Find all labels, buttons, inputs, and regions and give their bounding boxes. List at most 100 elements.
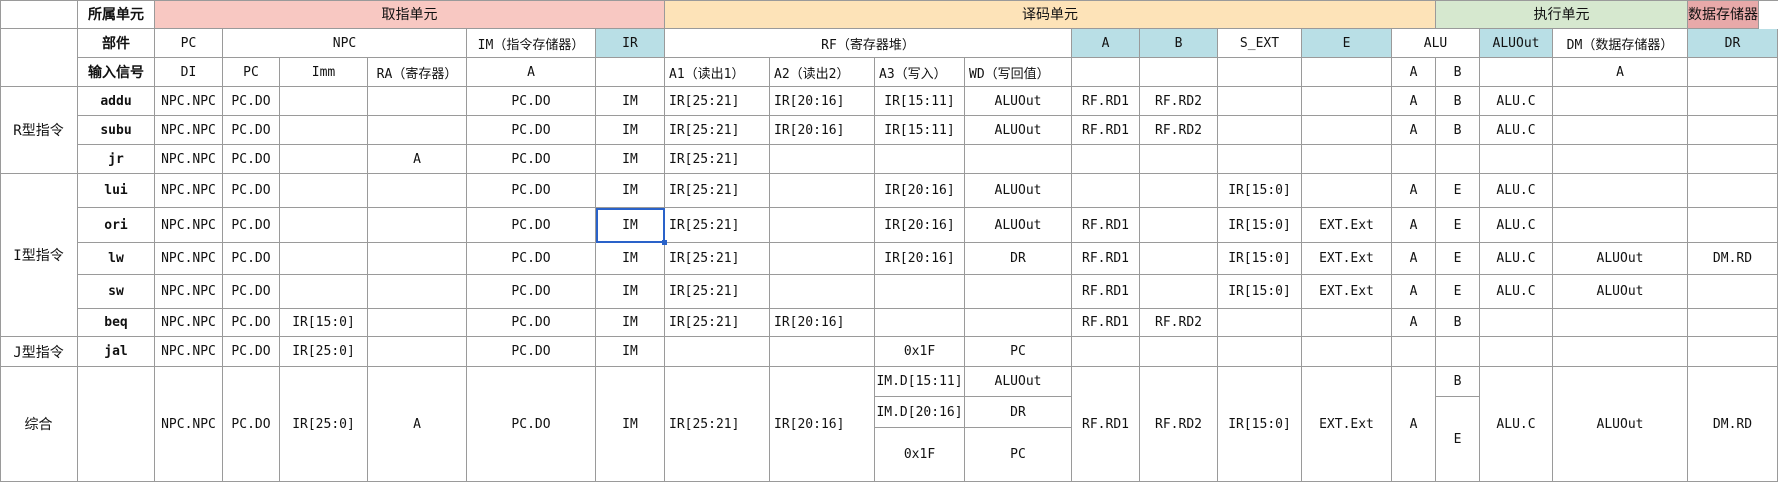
data-cell[interactable]: IM: [596, 174, 665, 208]
data-cell[interactable]: IR[15:0]: [1218, 243, 1302, 275]
data-cell[interactable]: NPC.NPC: [155, 337, 223, 367]
data-cell[interactable]: IR[25:21]: [665, 174, 770, 208]
group-summary[interactable]: 综合: [0, 367, 78, 482]
data-cell[interactable]: ALUOut: [1553, 243, 1688, 275]
data-cell[interactable]: IR[25:21]: [665, 275, 770, 309]
component-header-11[interactable]: DM（数据存储器）: [1553, 29, 1688, 58]
data-cell[interactable]: E: [1436, 243, 1480, 275]
data-cell[interactable]: [1553, 208, 1688, 243]
group-j-type[interactable]: J型指令: [0, 337, 78, 367]
data-cell[interactable]: NPC.NPC: [155, 116, 223, 145]
unit-fetch-header[interactable]: 取指单元: [155, 0, 665, 29]
data-cell[interactable]: B: [1436, 87, 1480, 116]
data-cell[interactable]: E: [1436, 174, 1480, 208]
summary-b-cell[interactable]: B: [1436, 367, 1480, 397]
group-r-type[interactable]: R型指令: [0, 87, 78, 174]
summary-cell[interactable]: A: [368, 367, 467, 482]
data-cell[interactable]: [965, 145, 1072, 174]
component-header-8[interactable]: E: [1302, 29, 1392, 58]
data-cell[interactable]: [1553, 116, 1688, 145]
data-cell[interactable]: [1480, 309, 1553, 337]
corner-cell[interactable]: [0, 29, 78, 87]
fill-handle[interactable]: [662, 240, 667, 245]
data-cell[interactable]: [1480, 337, 1553, 367]
data-cell[interactable]: [1302, 145, 1392, 174]
data-cell[interactable]: [368, 275, 467, 309]
instruction-name[interactable]: jal: [78, 337, 155, 367]
data-cell[interactable]: ALUOut: [965, 87, 1072, 116]
data-cell[interactable]: [770, 145, 875, 174]
data-cell[interactable]: [1688, 208, 1778, 243]
data-cell[interactable]: RF.RD1: [1072, 208, 1140, 243]
data-cell[interactable]: [1688, 337, 1778, 367]
data-cell[interactable]: [368, 116, 467, 145]
instruction-name[interactable]: sw: [78, 275, 155, 309]
data-cell[interactable]: [1553, 337, 1688, 367]
component-header-12[interactable]: DR: [1688, 29, 1778, 58]
signal-header-1[interactable]: PC: [223, 58, 280, 87]
signal-header-18[interactable]: [1688, 58, 1778, 87]
data-cell[interactable]: B: [1436, 116, 1480, 145]
data-cell[interactable]: PC.DO: [223, 275, 280, 309]
summary-a3-cell[interactable]: IM.D[20:16]: [875, 397, 965, 428]
data-cell[interactable]: [1140, 243, 1218, 275]
instruction-name[interactable]: subu: [78, 116, 155, 145]
data-cell[interactable]: RF.RD2: [1140, 116, 1218, 145]
selected-cell[interactable]: IM: [596, 208, 665, 243]
data-cell[interactable]: [770, 337, 875, 367]
data-cell[interactable]: A: [1392, 116, 1436, 145]
data-cell[interactable]: [1688, 174, 1778, 208]
data-cell[interactable]: [280, 87, 368, 116]
signal-header-12[interactable]: [1218, 58, 1302, 87]
data-cell[interactable]: IM: [596, 309, 665, 337]
signal-header-7[interactable]: A2（读出2）: [770, 58, 875, 87]
summary-cell[interactable]: DM.RD: [1688, 367, 1778, 482]
data-cell[interactable]: PC.DO: [223, 174, 280, 208]
data-cell[interactable]: E: [1436, 275, 1480, 309]
data-cell[interactable]: IR[15:0]: [1218, 275, 1302, 309]
data-cell[interactable]: IM: [596, 337, 665, 367]
data-cell[interactable]: [1302, 309, 1392, 337]
data-cell[interactable]: 0x1F: [875, 337, 965, 367]
data-cell[interactable]: PC.DO: [467, 243, 596, 275]
data-cell[interactable]: PC.DO: [467, 116, 596, 145]
summary-cell[interactable]: IR[25:0]: [280, 367, 368, 482]
summary-cell[interactable]: IR[15:0]: [1218, 367, 1302, 482]
data-cell[interactable]: PC.DO: [467, 145, 596, 174]
data-cell[interactable]: DM.RD: [1688, 243, 1778, 275]
data-cell[interactable]: ALUOut: [965, 174, 1072, 208]
instruction-name[interactable]: lw: [78, 243, 155, 275]
data-cell[interactable]: RF.RD1: [1072, 275, 1140, 309]
signal-header-4[interactable]: A: [467, 58, 596, 87]
data-cell[interactable]: PC.DO: [223, 337, 280, 367]
summary-a3-cell[interactable]: 0x1F: [875, 428, 965, 482]
data-cell[interactable]: PC.DO: [223, 309, 280, 337]
data-cell[interactable]: IR[20:16]: [875, 208, 965, 243]
data-cell[interactable]: ALU.C: [1480, 116, 1553, 145]
summary-cell[interactable]: NPC.NPC: [155, 367, 223, 482]
data-cell[interactable]: EXT.Ext: [1302, 243, 1392, 275]
data-cell[interactable]: A: [368, 145, 467, 174]
summary-b-cell[interactable]: E: [1436, 397, 1480, 482]
summary-cell[interactable]: IM: [596, 367, 665, 482]
unit-execute-header[interactable]: 执行单元: [1436, 0, 1688, 29]
data-cell[interactable]: A: [1392, 87, 1436, 116]
data-cell[interactable]: IR[20:16]: [875, 243, 965, 275]
data-cell[interactable]: IM: [596, 116, 665, 145]
data-cell[interactable]: ALU.C: [1480, 208, 1553, 243]
data-cell[interactable]: IR[20:16]: [770, 116, 875, 145]
signal-header-10[interactable]: [1072, 58, 1140, 87]
data-cell[interactable]: [1302, 116, 1392, 145]
instruction-name[interactable]: addu: [78, 87, 155, 116]
data-cell[interactable]: [1688, 309, 1778, 337]
data-cell[interactable]: EXT.Ext: [1302, 208, 1392, 243]
data-cell[interactable]: [280, 145, 368, 174]
data-cell[interactable]: IR[25:21]: [665, 309, 770, 337]
data-cell[interactable]: PC.DO: [223, 87, 280, 116]
data-cell[interactable]: [368, 87, 467, 116]
data-cell[interactable]: [280, 243, 368, 275]
group-i-type[interactable]: I型指令: [0, 174, 78, 337]
summary-wd-cell[interactable]: ALUOut: [965, 367, 1072, 397]
component-label-header[interactable]: 部件: [78, 29, 155, 58]
data-cell[interactable]: IR[15:11]: [875, 87, 965, 116]
